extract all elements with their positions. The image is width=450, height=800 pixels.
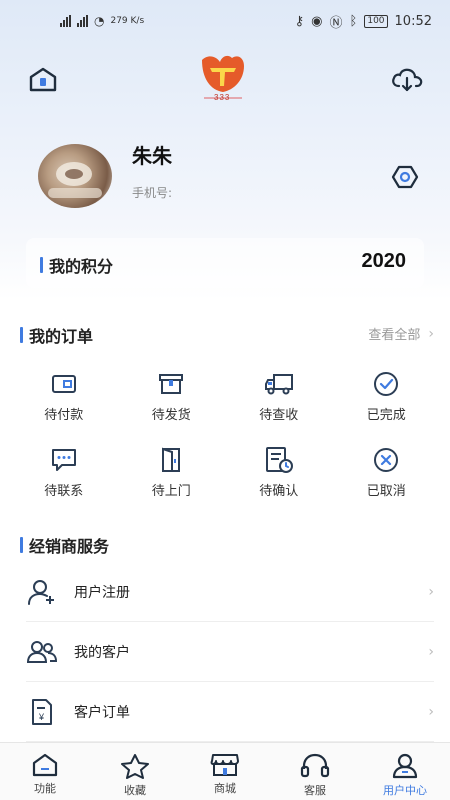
points-card[interactable]: 我的积分 2020	[26, 238, 424, 288]
user-icon	[392, 753, 418, 779]
order-pending-visit[interactable]: 待上门	[118, 442, 226, 518]
settings-hexagon-icon	[391, 165, 419, 189]
signal-icon	[77, 15, 88, 27]
user-name: 朱朱	[132, 144, 172, 168]
service-my-customers[interactable]: 我的客户 ›	[26, 622, 434, 682]
service-label: 客户订单	[74, 704, 130, 721]
tab-label: 商城	[214, 782, 236, 795]
order-label: 待发货	[151, 408, 191, 423]
settings-button[interactable]	[390, 162, 420, 192]
box-icon	[156, 370, 186, 398]
check-circle-icon	[371, 370, 401, 398]
dealer-service-list: 用户注册 › 我的客户 › ¥ 客户订单 ›	[26, 562, 434, 742]
network-speed: 279 K/s	[110, 16, 145, 26]
signal-icon	[60, 15, 71, 27]
order-label: 待确认	[259, 484, 299, 499]
tab-label: 客服	[304, 784, 326, 797]
app-logo: 333	[198, 52, 248, 104]
nfc-icon: Ⓝ	[329, 15, 343, 31]
order-label: 已取消	[366, 484, 406, 499]
order-completed[interactable]: 已完成	[333, 366, 441, 442]
phone-label: 手机号:	[132, 186, 173, 200]
order-pending-shipment[interactable]: 待发货	[118, 366, 226, 442]
chevron-right-icon: ›	[428, 643, 434, 660]
order-label: 待查收	[259, 408, 299, 423]
points-value: 2020	[361, 250, 407, 272]
bluetooth-icon: ᛒ	[349, 13, 358, 29]
key-icon: ⚷	[294, 13, 305, 29]
order-label: 已完成	[366, 408, 406, 423]
orders-title: 我的订单	[29, 327, 94, 346]
wifi-icon: ◔	[94, 14, 105, 28]
eye-icon: ◉	[311, 13, 323, 29]
title-accent-bar	[20, 327, 23, 343]
dealer-title: 经销商服务	[29, 537, 110, 556]
order-pending-contact[interactable]: 待联系	[10, 442, 118, 518]
tab-store[interactable]: 商城	[180, 743, 270, 800]
chevron-right-icon: ›	[428, 703, 434, 720]
chat-icon	[49, 446, 79, 474]
home-button[interactable]	[26, 62, 60, 96]
orders-grid: 待付款 待发货 待查收 已完成 待联系 待上门 待确认 已取消	[10, 366, 440, 506]
view-all-orders-link[interactable]: 查看全部 ›	[368, 324, 434, 344]
dealer-section-title: 经销商服务	[20, 533, 109, 557]
cancel-circle-icon	[371, 446, 401, 474]
bottom-tab-bar: 功能 收藏 商城 客服 用户中心	[0, 742, 450, 800]
logo-text: 333	[214, 93, 231, 102]
title-accent-bar	[20, 537, 23, 553]
view-all-label: 查看全部	[368, 328, 421, 343]
avatar[interactable]	[38, 144, 112, 208]
cloud-download-icon	[392, 68, 423, 92]
clock-time: 10:52	[394, 13, 432, 29]
truck-icon	[264, 370, 294, 398]
tab-label: 用户中心	[383, 784, 427, 797]
order-cancelled[interactable]: 已取消	[333, 442, 441, 518]
headset-icon	[300, 753, 330, 778]
door-icon	[156, 446, 186, 474]
order-label: 待上门	[151, 484, 191, 499]
service-label: 用户注册	[74, 584, 130, 601]
svg-text:¥: ¥	[38, 712, 45, 722]
status-right: ⚷ ◉ Ⓝ ᛒ 100 10:52	[295, 12, 432, 31]
order-pending-payment[interactable]: 待付款	[10, 366, 118, 442]
profile-section: 朱朱 手机号:	[0, 138, 450, 218]
document-clock-icon	[264, 446, 294, 474]
points-label-group: 我的积分	[40, 253, 113, 277]
customers-icon	[26, 636, 58, 668]
service-label: 我的客户	[74, 644, 130, 661]
points-label: 我的积分	[49, 257, 114, 276]
order-pending-receipt[interactable]: 待查收	[225, 366, 333, 442]
title-accent-bar	[40, 257, 43, 273]
add-user-icon	[26, 576, 58, 608]
app-header: 333	[0, 48, 450, 108]
chevron-right-icon: ›	[428, 325, 434, 342]
tab-favorites[interactable]: 收藏	[90, 743, 180, 800]
house-icon	[29, 67, 57, 92]
tab-label: 收藏	[124, 784, 146, 797]
tab-user-center[interactable]: 用户中心	[360, 743, 450, 800]
cloud-download-button[interactable]	[390, 62, 424, 96]
order-label: 待付款	[44, 408, 84, 423]
tab-label: 功能	[34, 782, 56, 795]
status-bar: ◔ 279 K/s ⚷ ◉ Ⓝ ᛒ 100 10:52	[0, 0, 450, 42]
status-left: ◔ 279 K/s	[60, 14, 144, 28]
orders-section-title: 我的订单	[20, 323, 93, 347]
chevron-right-icon: ›	[428, 583, 434, 600]
order-document-icon: ¥	[26, 696, 58, 728]
star-icon	[121, 754, 149, 779]
tab-customer-service[interactable]: 客服	[270, 743, 360, 800]
service-user-registration[interactable]: 用户注册 ›	[26, 562, 434, 622]
home-icon	[32, 753, 58, 777]
service-customer-orders[interactable]: ¥ 客户订单 ›	[26, 682, 434, 742]
order-pending-confirm[interactable]: 待确认	[225, 442, 333, 518]
wallet-icon	[49, 370, 79, 398]
store-icon	[210, 754, 239, 776]
battery-indicator: 100	[364, 14, 388, 28]
order-label: 待联系	[44, 484, 84, 499]
tab-functions[interactable]: 功能	[0, 743, 90, 800]
